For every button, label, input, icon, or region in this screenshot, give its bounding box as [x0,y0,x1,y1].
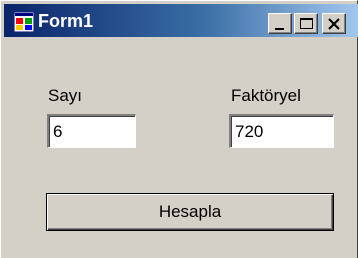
close-button[interactable] [322,13,346,34]
title-bar[interactable]: Form1 [4,4,358,37]
minimize-icon [275,28,284,30]
faktoryel-label: Faktöryel [231,86,301,105]
faktoryel-input[interactable]: 720 [229,114,334,148]
close-icon [328,18,340,30]
form-icon[interactable] [13,11,35,33]
hesapla-button[interactable]: Hesapla [46,193,334,231]
sayi-input[interactable]: 6 [47,114,136,148]
minimize-button[interactable] [268,13,292,34]
maximize-icon [300,18,313,29]
sayi-label: Sayı [48,86,83,105]
form-window: Form1 Sayı Faktöryel 6 720 Hesapla [0,0,358,258]
window-title: Form1 [38,11,94,31]
maximize-button[interactable] [294,13,318,34]
